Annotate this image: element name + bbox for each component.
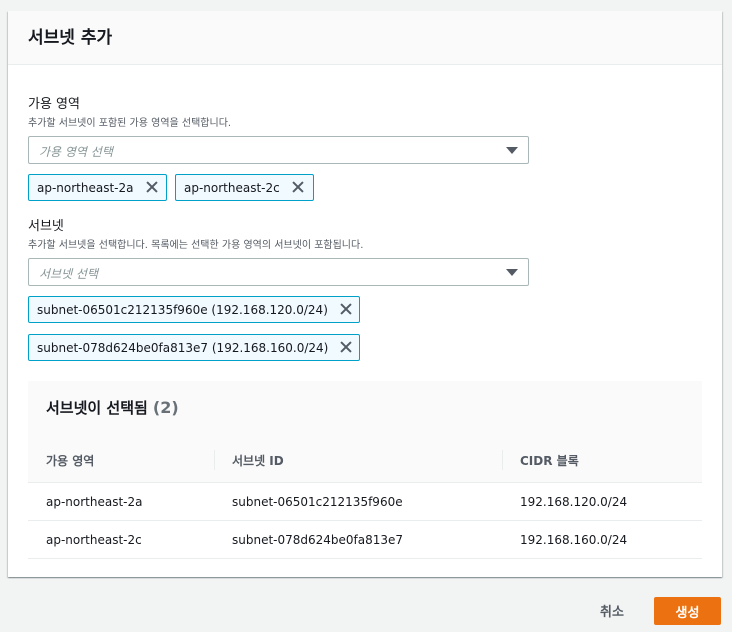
table-count: (2) xyxy=(152,398,179,417)
close-icon[interactable] xyxy=(140,175,164,200)
subnet-select-placeholder: 서브넷 선택 xyxy=(39,267,99,281)
close-icon[interactable] xyxy=(334,297,358,322)
panel-title: 서브넷 추가 xyxy=(28,28,113,48)
close-icon[interactable] xyxy=(334,335,358,360)
cell-az: ap-northeast-2a xyxy=(46,494,143,509)
az-select[interactable]: 가용 영역 선택 xyxy=(28,136,529,164)
subnet-token-1: subnet-06501c212135f960e (192.168.120.0/… xyxy=(28,296,360,323)
table-header: 서브넷이 선택됨 (2) xyxy=(28,381,702,438)
cell-cidr: 192.168.120.0/24 xyxy=(520,494,628,509)
caret-down-icon xyxy=(506,147,518,154)
close-icon[interactable] xyxy=(286,175,310,200)
cell-cidr: 192.168.160.0/24 xyxy=(520,532,628,547)
az-token-2c: ap-northeast-2c xyxy=(175,174,314,201)
cell-az: ap-northeast-2c xyxy=(46,532,142,547)
column-header-subnet-id: 서브넷 ID xyxy=(214,438,502,482)
token-label: subnet-06501c212135f960e (192.168.120.0/… xyxy=(37,302,328,317)
token-label: ap-northeast-2c xyxy=(184,180,280,195)
caret-down-icon xyxy=(506,269,518,276)
panel-header: 서브넷 추가 xyxy=(8,11,722,65)
table-row: ap-northeast-2a subnet-06501c212135f960e… xyxy=(28,483,702,521)
create-button[interactable]: 생성 xyxy=(654,597,721,625)
column-header-row: 가용 영역 서브넷 ID CIDR 블록 xyxy=(28,438,702,483)
az-select-placeholder: 가용 영역 선택 xyxy=(39,145,113,159)
token-label: ap-northeast-2a xyxy=(37,180,134,195)
cancel-button[interactable]: 취소 xyxy=(588,597,636,623)
az-token-2a: ap-northeast-2a xyxy=(28,174,167,201)
column-header-az: 가용 영역 xyxy=(46,453,95,468)
subnet-select[interactable]: 서브넷 선택 xyxy=(28,258,529,286)
add-subnet-panel: 서브넷 추가 가용 영역 추가할 서브넷이 포함된 가용 영역을 선택합니다. … xyxy=(8,11,722,577)
cell-subnet-id: subnet-06501c212135f960e xyxy=(232,494,403,509)
az-description: 추가할 서브넷이 포함된 가용 영역을 선택합니다. xyxy=(28,118,232,129)
table-row: ap-northeast-2c subnet-078d624be0fa813e7… xyxy=(28,521,702,559)
az-label: 가용 영역 xyxy=(28,97,80,112)
column-header-cidr: CIDR 블록 xyxy=(502,438,702,482)
subnet-label: 서브넷 xyxy=(28,219,64,234)
table-title: 서브넷이 선택됨 xyxy=(46,399,148,417)
subnet-description: 추가할 서브넷을 선택합니다. 목록에는 선택한 가용 영역의 서브넷이 포함됩… xyxy=(28,240,364,251)
subnet-token-2: subnet-078d624be0fa813e7 (192.168.160.0/… xyxy=(28,334,360,361)
token-label: subnet-078d624be0fa813e7 (192.168.160.0/… xyxy=(37,340,329,355)
selected-subnets-table: 서브넷이 선택됨 (2) 가용 영역 서브넷 ID CIDR 블록 ap-nor… xyxy=(28,381,702,559)
cell-subnet-id: subnet-078d624be0fa813e7 xyxy=(232,532,404,547)
